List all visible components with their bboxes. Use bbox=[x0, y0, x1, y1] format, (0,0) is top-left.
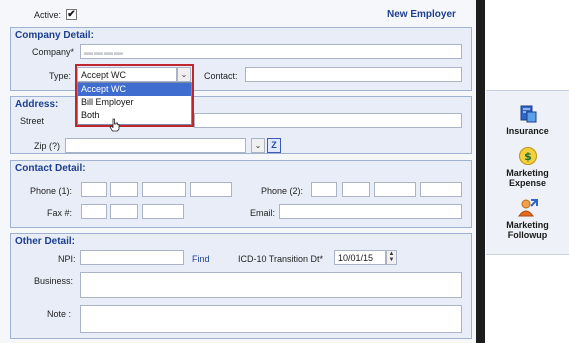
phone1-line-input[interactable] bbox=[142, 182, 186, 197]
sidebar-item-label-line1: Marketing bbox=[506, 168, 549, 178]
phone1-area-input[interactable] bbox=[81, 182, 107, 197]
panel-divider bbox=[476, 0, 485, 343]
icd10-transition-label: ICD-10 Transition Dt* bbox=[238, 254, 324, 264]
fax-line-input[interactable] bbox=[142, 204, 184, 219]
phone2-area-input[interactable] bbox=[311, 182, 337, 197]
type-dropdown-list: Accept WC Bill Employer Both bbox=[77, 82, 192, 125]
type-option-both[interactable]: Both bbox=[78, 109, 191, 122]
email-label: Email: bbox=[250, 208, 276, 218]
business-label: Business: bbox=[34, 276, 74, 286]
svg-text:$: $ bbox=[524, 150, 532, 163]
active-checkbox[interactable]: ✔ bbox=[66, 9, 77, 20]
zip-lookup-icon: Z bbox=[271, 140, 277, 150]
email-input[interactable] bbox=[279, 204, 462, 219]
fax-area-input[interactable] bbox=[81, 204, 107, 219]
contact-input[interactable] bbox=[245, 67, 462, 82]
business-textarea[interactable] bbox=[80, 272, 462, 298]
sidebar-item-marketing-expense[interactable]: $ Marketing Expense bbox=[486, 146, 569, 188]
zip-label: Zip (?) bbox=[34, 141, 61, 151]
find-link[interactable]: Find bbox=[192, 254, 210, 264]
sidebar-item-label-line2: Followup bbox=[507, 230, 548, 240]
phone2-prefix-input[interactable] bbox=[342, 182, 370, 197]
employer-form: Active: ✔ New Employer Company Detail: C… bbox=[0, 0, 476, 343]
active-label: Active: bbox=[34, 10, 62, 20]
sidebar-item-marketing-followup[interactable]: Marketing Followup bbox=[486, 198, 569, 240]
npi-input[interactable] bbox=[80, 250, 184, 265]
fax-prefix-input[interactable] bbox=[110, 204, 138, 219]
spinner-down-icon: ▼ bbox=[388, 257, 395, 263]
sidebar-item-insurance[interactable]: Insurance bbox=[486, 104, 569, 136]
note-textarea[interactable] bbox=[80, 305, 462, 333]
date-spinner[interactable]: ▲ ▼ bbox=[386, 250, 397, 265]
phone1-ext-input[interactable] bbox=[190, 182, 232, 197]
form-mode-title: New Employer bbox=[387, 9, 456, 20]
company-input[interactable]: ▬▬▬▬ bbox=[80, 44, 462, 59]
type-option-accept-wc[interactable]: Accept WC bbox=[78, 83, 191, 96]
type-label: Type: bbox=[49, 71, 72, 81]
npi-label: NPI: bbox=[58, 254, 76, 264]
phone2-label: Phone (2): bbox=[261, 186, 304, 196]
phone2-line-input[interactable] bbox=[374, 182, 416, 197]
phone2-ext-input[interactable] bbox=[420, 182, 462, 197]
zip-lookup-button[interactable]: Z bbox=[267, 138, 281, 153]
sidebar-item-label: Insurance bbox=[506, 126, 549, 136]
company-label: Company* bbox=[32, 47, 75, 57]
contact-label: Contact: bbox=[204, 71, 238, 81]
company-value-redacted: ▬▬▬▬ bbox=[84, 47, 124, 57]
phone1-label: Phone (1): bbox=[30, 186, 73, 196]
phone1-prefix-input[interactable] bbox=[110, 182, 138, 197]
note-label: Note : bbox=[47, 309, 72, 319]
fax-label: Fax #: bbox=[47, 208, 73, 218]
zip-input[interactable] bbox=[65, 138, 246, 153]
type-option-bill-employer[interactable]: Bill Employer bbox=[78, 96, 191, 109]
street-label: Street bbox=[20, 116, 45, 126]
icd10-transition-date-input[interactable]: 10/01/15 bbox=[334, 250, 386, 265]
sidebar-item-label-line2: Expense bbox=[508, 178, 547, 188]
hand-cursor-icon bbox=[109, 118, 120, 132]
other-detail-title: Other Detail: bbox=[15, 236, 76, 247]
chevron-down-icon: ⌄ bbox=[254, 141, 262, 150]
contact-detail-title: Contact Detail: bbox=[15, 163, 86, 174]
street-input[interactable] bbox=[194, 113, 462, 128]
user-followup-icon bbox=[517, 199, 538, 217]
insurance-icon bbox=[520, 105, 536, 123]
company-detail-title: Company Detail: bbox=[15, 30, 94, 41]
address-title: Address: bbox=[15, 99, 59, 110]
zip-dropdown-button[interactable]: ⌄ bbox=[251, 138, 265, 153]
dollar-icon: $ bbox=[518, 147, 537, 165]
sidebar-item-label-line1: Marketing bbox=[506, 220, 549, 230]
